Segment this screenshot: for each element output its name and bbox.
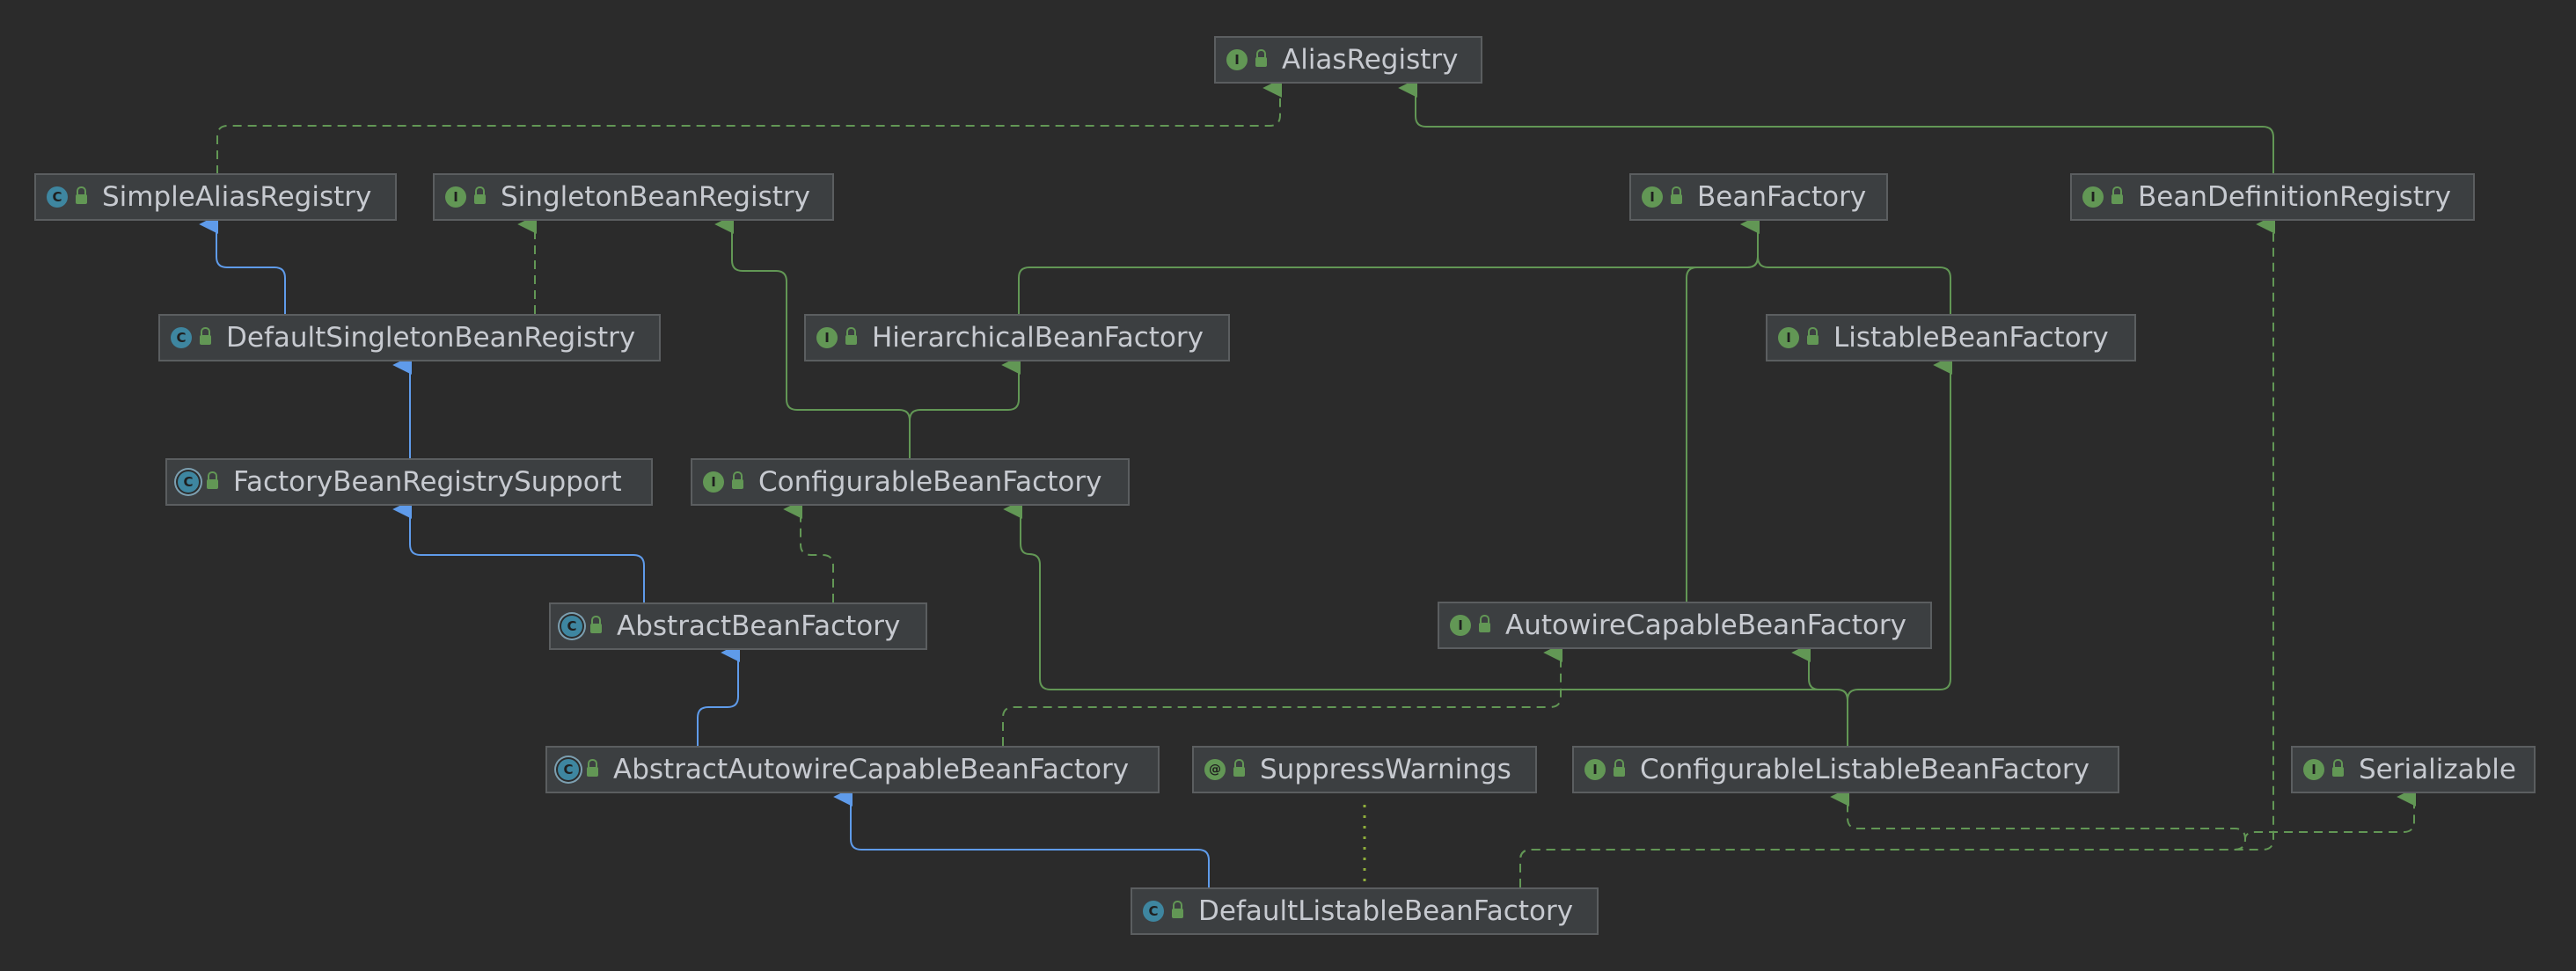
public-lock-icon bbox=[2111, 186, 2123, 204]
public-lock-icon bbox=[2332, 759, 2344, 777]
node-simplealiasregistry[interactable]: C SimpleAliasRegistry bbox=[34, 173, 397, 221]
public-lock-icon bbox=[732, 471, 743, 489]
edge-defaultlistablebeanfactory-abstractautowirecapablebeanfactory bbox=[833, 787, 1210, 887]
edge-defaultlistablebeanfactory-configurablelistablebeanfactory bbox=[1519, 787, 2247, 887]
interface-icon: I bbox=[1642, 186, 1663, 208]
node-label: AbstractAutowireCapableBeanFactory bbox=[613, 754, 1130, 785]
node-singletonbeanregistry[interactable]: I SingletonBeanRegistry bbox=[433, 173, 834, 221]
class-hierarchy-diagram: I AliasRegistry C SimpleAliasRegistry I … bbox=[0, 0, 2576, 971]
edge-listablebeanfactory-beanfactory bbox=[1740, 215, 1951, 314]
node-label: AliasRegistry bbox=[1282, 44, 1459, 76]
edge-simplealiasregistry-aliasregistry bbox=[216, 78, 1283, 174]
interface-icon: I bbox=[1584, 759, 1606, 780]
public-lock-icon bbox=[207, 471, 218, 489]
interface-icon: I bbox=[1778, 327, 1799, 348]
public-lock-icon bbox=[1233, 759, 1245, 777]
public-lock-icon bbox=[1255, 49, 1267, 67]
public-lock-icon bbox=[1479, 615, 1490, 632]
public-lock-icon bbox=[474, 186, 486, 204]
public-lock-icon bbox=[1614, 759, 1625, 777]
interface-icon: I bbox=[1450, 615, 1471, 636]
node-label: AbstractBeanFactory bbox=[617, 610, 901, 642]
class-icon: C bbox=[47, 186, 68, 208]
node-label: DefaultListableBeanFactory bbox=[1198, 895, 1574, 927]
node-label: Serializable bbox=[2359, 754, 2516, 785]
edge-defaultsingletonbeanregistry-simplealiasregistry bbox=[199, 215, 286, 314]
edge-abstractbeanfactory-factorybeanregistrysupport bbox=[392, 500, 645, 602]
class-icon: C bbox=[1143, 901, 1164, 922]
public-lock-icon bbox=[1172, 901, 1183, 918]
edge-hierarchicalbeanfactory-beanfactory bbox=[1018, 215, 1760, 314]
node-suppresswarnings[interactable]: @ SuppressWarnings bbox=[1192, 746, 1537, 793]
node-label: SingletonBeanRegistry bbox=[501, 181, 810, 213]
interface-icon: I bbox=[703, 471, 724, 493]
node-label: DefaultSingletonBeanRegistry bbox=[226, 322, 636, 354]
annotation-icon: @ bbox=[1204, 759, 1226, 780]
node-abstractbeanfactory[interactable]: C AbstractBeanFactory bbox=[549, 602, 927, 650]
interface-icon: I bbox=[445, 186, 466, 208]
node-factorybeanregistrysupport[interactable]: C FactoryBeanRegistrySupport bbox=[165, 458, 653, 506]
edge-abstractautowirecapablebeanfactory-autowirecapablebeanfactory bbox=[1002, 643, 1563, 746]
node-abstractautowirecapablebeanfactory[interactable]: C AbstractAutowireCapableBeanFactory bbox=[545, 746, 1160, 793]
abstract-class-icon: C bbox=[558, 759, 579, 780]
node-listablebeanfactory[interactable]: I ListableBeanFactory bbox=[1766, 314, 2136, 361]
edge-configurablelistablebeanfactory-listablebeanfactory bbox=[1847, 355, 1953, 746]
node-label: BeanDefinitionRegistry bbox=[2138, 181, 2452, 213]
edge-autowirecapablebeanfactory-beanfactory bbox=[1686, 215, 1760, 602]
node-aliasregistry[interactable]: I AliasRegistry bbox=[1214, 36, 1482, 84]
node-label: AutowireCapableBeanFactory bbox=[1505, 610, 1906, 641]
edge-beandefinitionregistry-aliasregistry bbox=[1398, 78, 2274, 174]
edge-configurablebeanfactory-hierarchicalbeanfactory bbox=[909, 355, 1021, 458]
class-icon: C bbox=[171, 327, 192, 348]
public-lock-icon bbox=[1671, 186, 1682, 204]
node-label: ConfigurableBeanFactory bbox=[758, 466, 1102, 498]
node-label: FactoryBeanRegistrySupport bbox=[233, 466, 622, 498]
node-defaultlistablebeanfactory[interactable]: C DefaultListableBeanFactory bbox=[1131, 887, 1599, 935]
interface-icon: I bbox=[1226, 49, 1248, 70]
node-beanfactory[interactable]: I BeanFactory bbox=[1629, 173, 1888, 221]
node-autowirecapablebeanfactory[interactable]: I AutowireCapableBeanFactory bbox=[1438, 602, 1932, 649]
node-label: SuppressWarnings bbox=[1260, 754, 1511, 785]
edge-abstractautowirecapablebeanfactory-abstractbeanfactory bbox=[697, 643, 741, 746]
public-lock-icon bbox=[1807, 327, 1819, 345]
node-label: ListableBeanFactory bbox=[1833, 322, 2109, 354]
node-label: ConfigurableListableBeanFactory bbox=[1640, 754, 2089, 785]
interface-icon: I bbox=[2082, 186, 2104, 208]
node-configurablelistablebeanfactory[interactable]: I ConfigurableListableBeanFactory bbox=[1572, 746, 2119, 793]
node-serializable[interactable]: I Serializable bbox=[2291, 746, 2536, 793]
public-lock-icon bbox=[587, 759, 598, 777]
node-label: BeanFactory bbox=[1697, 181, 1867, 213]
public-lock-icon bbox=[200, 327, 211, 345]
node-label: HierarchicalBeanFactory bbox=[872, 322, 1204, 354]
node-beandefinitionregistry[interactable]: I BeanDefinitionRegistry bbox=[2070, 173, 2475, 221]
node-configurablebeanfactory[interactable]: I ConfigurableBeanFactory bbox=[691, 458, 1130, 506]
abstract-class-icon: C bbox=[178, 471, 199, 493]
edge-abstractbeanfactory-configurablebeanfactory bbox=[783, 500, 834, 602]
interface-icon: I bbox=[816, 327, 838, 348]
abstract-class-icon: C bbox=[561, 616, 582, 637]
public-lock-icon bbox=[845, 327, 857, 345]
node-defaultsingletonbeanregistry[interactable]: C DefaultSingletonBeanRegistry bbox=[158, 314, 661, 361]
interface-icon: I bbox=[2303, 759, 2324, 780]
public-lock-icon bbox=[590, 616, 602, 633]
public-lock-icon bbox=[76, 186, 87, 204]
edge-configurablelistablebeanfactory-autowirecapablebeanfactory bbox=[1791, 643, 1848, 746]
edge-defaultlistablebeanfactory-serializable bbox=[1519, 787, 2417, 887]
node-label: SimpleAliasRegistry bbox=[102, 181, 372, 213]
node-hierarchicalbeanfactory[interactable]: I HierarchicalBeanFactory bbox=[804, 314, 1230, 361]
